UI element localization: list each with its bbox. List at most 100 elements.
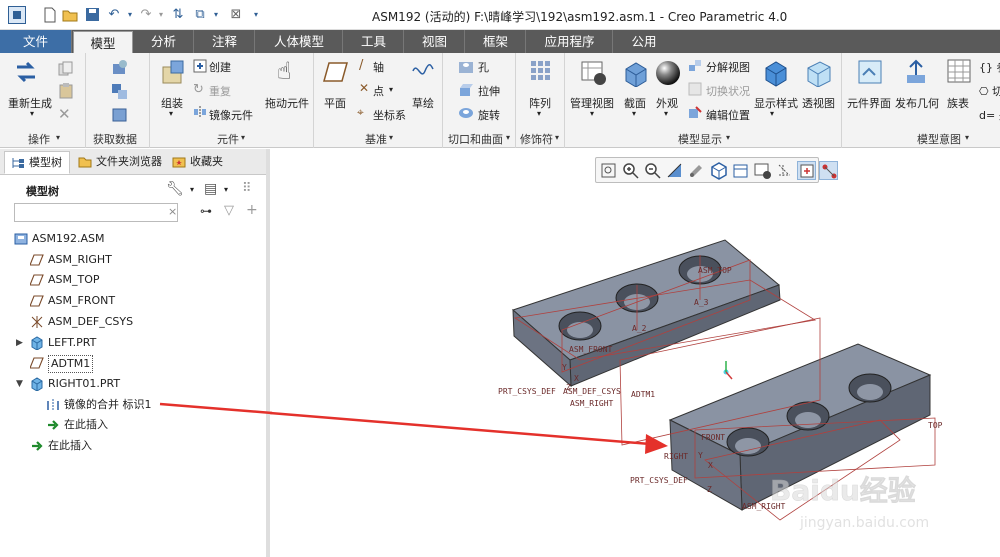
model-display-dropdown-icon[interactable]: ▾	[726, 133, 730, 142]
csys-label[interactable]: 坐标系	[373, 107, 406, 123]
display-style-icon[interactable]	[762, 59, 790, 87]
tab-view[interactable]: 视图	[405, 30, 465, 53]
regenerate-small-icon[interactable]: ⇅	[170, 7, 186, 23]
tree-item-2[interactable]: ASM_TOP	[0, 270, 266, 290]
tree-item-9[interactable]: 在此插入	[0, 415, 266, 435]
publish-geometry-label[interactable]: 发布几何	[895, 95, 939, 111]
undo-dropdown-icon[interactable]: ▾	[122, 7, 138, 23]
paste-icon[interactable]	[58, 83, 74, 99]
tab-file[interactable]: 文件	[0, 30, 72, 53]
relations-button[interactable]: d= 关	[979, 107, 1000, 123]
modifier-dropdown-icon[interactable]: ▾	[555, 133, 559, 142]
switch-dimensions-icon[interactable]: ⎔ 切	[979, 83, 1000, 99]
tab-folder-browser[interactable]: 文件夹浏览器	[72, 151, 164, 174]
delete-icon[interactable]: ✕	[58, 105, 71, 123]
tab-annotate[interactable]: 注释	[195, 30, 255, 53]
tab-analysis[interactable]: 分析	[134, 30, 194, 53]
group-modifier-label[interactable]: 修饰符	[520, 131, 553, 147]
group-get-data-label[interactable]: 获取数据	[93, 131, 137, 147]
sketch-label[interactable]: 草绘	[412, 95, 434, 111]
tree-item-1[interactable]: ASM_RIGHT	[0, 250, 266, 270]
regenerate-dropdown-icon[interactable]: ▾	[30, 109, 34, 118]
plane-label[interactable]: 平面	[324, 95, 346, 111]
tab-common[interactable]: 公用	[614, 30, 674, 53]
tree-item-6[interactable]: ADTM1	[0, 353, 266, 374]
cut-surface-dropdown-icon[interactable]: ▾	[506, 133, 510, 142]
appearance-icon[interactable]	[654, 59, 682, 87]
toggle-state-icon[interactable]	[688, 82, 702, 96]
tree-item-3[interactable]: ASM_FRONT	[0, 291, 266, 311]
tree-item-8[interactable]: 镜像的合并 标识1	[0, 395, 266, 415]
group-operations-label[interactable]: 操作	[28, 131, 50, 147]
assemble-icon[interactable]	[159, 59, 187, 87]
find-binoculars-icon[interactable]: ⊶	[200, 204, 212, 218]
filter-funnel-icon[interactable]: ▽	[224, 203, 234, 218]
sketch-icon[interactable]	[411, 61, 435, 81]
collapse-icon[interactable]: ▼	[16, 374, 23, 394]
toggle-state-label[interactable]: 切换状况	[706, 83, 750, 99]
user-defined-feature-icon[interactable]	[111, 59, 129, 77]
appearance-dropdown-icon[interactable]: ▾	[664, 109, 668, 118]
new-file-icon[interactable]	[42, 7, 58, 23]
point-icon[interactable]: ✕	[359, 81, 369, 95]
windows-dropdown-icon[interactable]: ▾	[208, 7, 224, 23]
app-menu-icon[interactable]	[8, 6, 26, 24]
show-columns-dropdown-icon[interactable]: ▾	[224, 185, 228, 194]
left-part[interactable]	[512, 239, 781, 388]
family-table-label[interactable]: 族表	[947, 95, 969, 111]
add-column-icon[interactable]: +	[246, 202, 258, 218]
revolve-icon[interactable]	[458, 105, 474, 121]
open-folder-icon[interactable]	[62, 7, 78, 23]
extrude-label[interactable]: 拉伸	[478, 83, 500, 99]
close-window-icon[interactable]: ⊠	[228, 7, 244, 23]
tree-item-5[interactable]: ▶ LEFT.PRT	[0, 333, 266, 353]
tree-settings-icon[interactable]: 🔧︎	[166, 181, 184, 197]
perspective-view-icon[interactable]	[804, 59, 832, 87]
clear-search-icon[interactable]: ×	[168, 205, 177, 218]
model-tree-search-input[interactable]	[14, 203, 178, 222]
repeat-label[interactable]: 重复	[209, 83, 231, 99]
extrude-icon[interactable]	[458, 82, 474, 98]
edit-position-icon[interactable]	[688, 105, 702, 119]
tree-settings-dropdown-icon[interactable]: ▾	[190, 185, 194, 194]
mirror-component-label[interactable]: 镜像元件	[209, 107, 253, 123]
tab-model-tree[interactable]: 模型树	[4, 151, 70, 174]
csys-icon[interactable]: ⌖	[357, 105, 364, 120]
section-dropdown-icon[interactable]: ▾	[632, 109, 636, 118]
group-component-label[interactable]: 元件	[217, 131, 239, 147]
save-icon[interactable]	[84, 7, 100, 23]
datum-dropdown-icon[interactable]: ▾	[389, 133, 393, 142]
drag-component-icon[interactable]: ☝	[277, 57, 292, 85]
create-label[interactable]: 创建	[209, 59, 231, 75]
undo-icon[interactable]: ↶	[106, 7, 122, 23]
tab-framework[interactable]: 框架	[466, 30, 526, 53]
tree-item-4[interactable]: ASM_DEF_CSYS	[0, 312, 266, 332]
customize-toolbar-icon[interactable]: ▾	[248, 7, 264, 23]
manage-views-icon[interactable]	[580, 59, 608, 87]
create-component-icon[interactable]	[193, 59, 207, 73]
perspective-view-label[interactable]: 透视图	[802, 95, 835, 111]
group-model-intent-label[interactable]: 模型意图	[917, 131, 961, 147]
group-cut-surface-label[interactable]: 切口和曲面	[448, 131, 503, 147]
tab-favorites[interactable]: 收藏夹	[166, 151, 230, 174]
show-columns-icon[interactable]: ▤	[204, 181, 217, 197]
mirror-component-icon[interactable]	[193, 105, 207, 119]
manage-views-dropdown-icon[interactable]: ▾	[590, 109, 594, 118]
display-style-dropdown-icon[interactable]: ▾	[770, 109, 774, 118]
redo-icon[interactable]: ↷	[138, 7, 154, 23]
graphics-window[interactable]: ASM_TOP A_3 A_2 ASM_FRONT PRT_CSYS_DEF A…	[270, 149, 1000, 557]
windows-icon[interactable]: ⧉	[192, 7, 208, 23]
plane-icon[interactable]	[323, 61, 349, 83]
edit-position-label[interactable]: 编辑位置	[706, 107, 750, 123]
model-intent-dropdown-icon[interactable]: ▾	[965, 133, 969, 142]
group-datum-label[interactable]: 基准	[365, 131, 387, 147]
publish-geometry-icon[interactable]	[903, 59, 929, 85]
display-style-label[interactable]: 显示样式	[754, 95, 798, 111]
tree-filter-grid-icon[interactable]: ⠿	[242, 181, 252, 196]
family-table-icon[interactable]	[947, 59, 971, 83]
tree-item-0[interactable]: ASM192.ASM	[0, 229, 266, 249]
tab-applications[interactable]: 应用程序	[527, 30, 613, 53]
explode-view-icon[interactable]	[688, 59, 702, 73]
tab-model[interactable]: 模型	[73, 31, 133, 54]
revolve-label[interactable]: 旋转	[478, 107, 500, 123]
